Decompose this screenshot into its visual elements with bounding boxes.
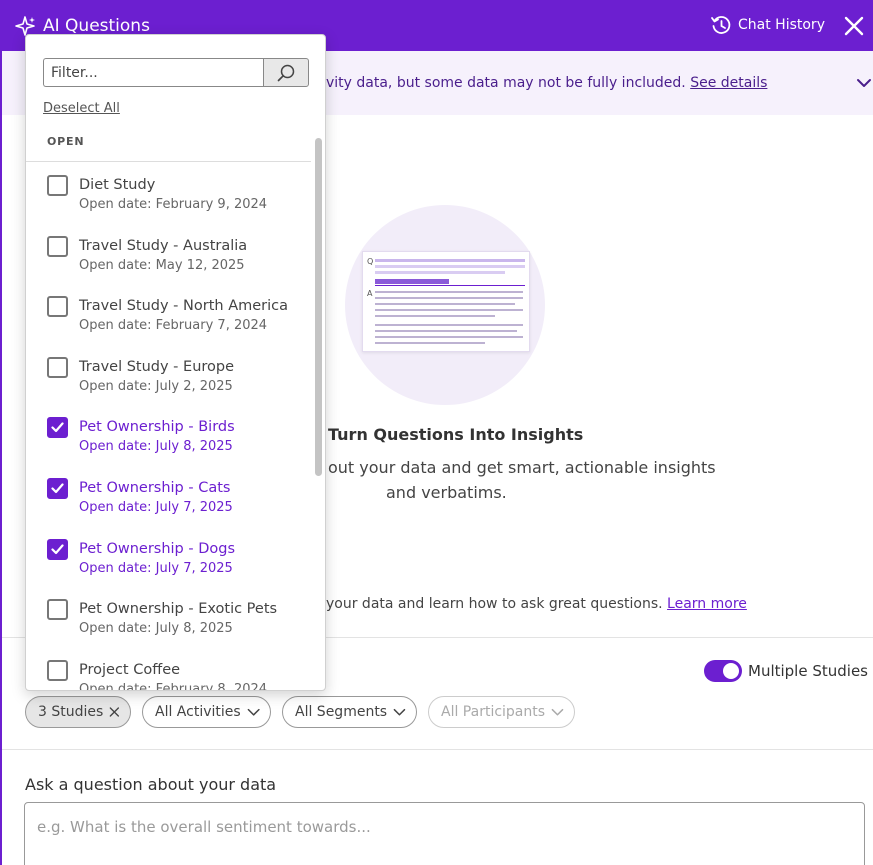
participants-chip-label: All Participants bbox=[441, 704, 546, 720]
study-list-item[interactable]: Project Coffee Open date: February 8, 202… bbox=[26, 647, 314, 691]
close-icon[interactable] bbox=[109, 706, 120, 718]
question-input[interactable] bbox=[24, 802, 865, 865]
multiple-studies-toggle[interactable] bbox=[704, 660, 742, 682]
toggle-knob bbox=[723, 663, 739, 679]
illustration-a-label: A bbox=[367, 289, 373, 298]
deselect-all-link[interactable]: Deselect All bbox=[43, 101, 120, 116]
qa-illustration-icon: Q A bbox=[367, 257, 525, 344]
checkbox-checked[interactable] bbox=[47, 478, 68, 499]
ask-question-label: Ask a question about your data bbox=[25, 775, 277, 794]
study-open-date: Open date: May 12, 2025 bbox=[79, 257, 245, 273]
study-open-date: Open date: July 8, 2025 bbox=[79, 621, 233, 637]
chevron-down-icon bbox=[247, 708, 260, 716]
study-list-item[interactable]: Travel Study - Europe Open date: July 2, … bbox=[26, 344, 314, 404]
study-list-item[interactable]: Diet Study Open date: February 9, 2024 bbox=[26, 162, 314, 222]
empty-state-subtitle-2: and verbatims. bbox=[386, 483, 507, 502]
section-header-open: OPEN bbox=[47, 135, 85, 148]
checkbox[interactable] bbox=[47, 235, 68, 257]
learn-more-text: your data and learn how to ask great que… bbox=[326, 596, 663, 612]
activities-filter-chip[interactable]: All Activities bbox=[142, 696, 271, 728]
study-open-date: Open date: July 7, 2025 bbox=[79, 500, 233, 515]
empty-state-heading: Turn Questions Into Insights bbox=[328, 425, 584, 444]
study-name: Pet Ownership - Exotic Pets bbox=[79, 601, 278, 618]
segments-chip-label: All Segments bbox=[295, 704, 388, 720]
study-name: Pet Ownership - Dogs bbox=[79, 540, 236, 557]
search-button[interactable] bbox=[263, 58, 309, 87]
participants-filter-chip[interactable]: All Participants bbox=[428, 696, 575, 728]
see-details-link[interactable]: See details bbox=[690, 75, 767, 91]
multiple-studies-label: Multiple Studies bbox=[748, 662, 868, 680]
chat-history-label: Chat History bbox=[738, 17, 825, 33]
study-open-date: Open date: February 8, 2024 bbox=[79, 681, 268, 691]
history-icon bbox=[711, 16, 731, 34]
study-list-item[interactable]: Pet Ownership - Birds Open date: July 8, … bbox=[26, 404, 314, 464]
notice-message: vity data, but some data may not be full… bbox=[326, 75, 686, 91]
study-list-item[interactable]: Travel Study - Australia Open date: May 1… bbox=[26, 223, 314, 283]
study-list-item[interactable]: Travel Study - North America Open date: F… bbox=[26, 283, 314, 343]
notice-text: vity data, but some data may not be full… bbox=[326, 75, 767, 91]
checkbox-checked[interactable] bbox=[47, 417, 68, 439]
checkbox[interactable] bbox=[47, 659, 68, 681]
checkbox[interactable] bbox=[47, 296, 68, 318]
scrollbar[interactable] bbox=[315, 138, 322, 476]
study-name: Travel Study - Australia bbox=[79, 237, 248, 254]
chevron-down-icon bbox=[393, 708, 406, 716]
illustration-q-label: Q bbox=[367, 257, 373, 266]
study-open-date: Open date: February 9, 2024 bbox=[79, 197, 268, 212]
study-list: Diet Study Open date: February 9, 2024 Tra… bbox=[26, 162, 314, 691]
study-name: Travel Study - North America bbox=[79, 298, 289, 315]
study-list-item[interactable]: Pet Ownership - Cats Open date: July 7, 2… bbox=[26, 465, 314, 525]
study-list-item[interactable]: Pet Ownership - Dogs Open date: July 7, 2… bbox=[26, 526, 314, 586]
study-open-date: Open date: July 7, 2025 bbox=[79, 560, 233, 576]
study-list-item[interactable]: Pet Ownership - Exotic Pets Open date: Ju… bbox=[26, 586, 314, 646]
checkmark-icon bbox=[51, 483, 64, 494]
checkbox[interactable] bbox=[47, 175, 68, 196]
study-open-date: Open date: July 2, 2025 bbox=[79, 378, 233, 394]
checkmark-icon bbox=[51, 422, 64, 433]
segments-filter-chip[interactable]: All Segments bbox=[282, 696, 417, 728]
checkbox[interactable] bbox=[47, 356, 68, 378]
study-name: Travel Study - Europe bbox=[79, 358, 235, 375]
panel-left-border bbox=[0, 51, 2, 865]
study-name: Pet Ownership - Cats bbox=[79, 480, 231, 496]
search-icon bbox=[277, 64, 295, 81]
study-selector-dropdown: Deselect All OPEN Diet Study Open date: F… bbox=[25, 34, 326, 691]
study-name: Diet Study bbox=[79, 177, 156, 193]
chevron-down-icon[interactable] bbox=[855, 75, 873, 91]
study-name: Pet Ownership - Birds bbox=[79, 419, 235, 436]
checkbox[interactable] bbox=[47, 599, 68, 621]
chevron-down-icon bbox=[551, 708, 564, 716]
close-icon[interactable] bbox=[843, 15, 865, 37]
study-name: Project Coffee bbox=[79, 661, 181, 678]
app-title: AI Questions bbox=[43, 16, 150, 36]
study-open-date: Open date: July 8, 2025 bbox=[79, 439, 233, 455]
learn-more-link[interactable]: Learn more bbox=[667, 596, 747, 612]
learn-more-line: your data and learn how to ask great que… bbox=[326, 596, 747, 612]
checkmark-icon bbox=[51, 543, 64, 554]
empty-state-subtitle-1: out your data and get smart, actionable … bbox=[328, 458, 716, 477]
checkbox-checked[interactable] bbox=[47, 538, 68, 560]
studies-chip-label: 3 Studies bbox=[38, 704, 104, 720]
activities-chip-label: All Activities bbox=[155, 704, 241, 720]
filter-input[interactable] bbox=[43, 58, 263, 87]
study-open-date: Open date: February 7, 2024 bbox=[79, 318, 268, 334]
divider bbox=[2, 749, 873, 750]
chat-history-button[interactable]: Chat History bbox=[710, 14, 825, 36]
qa-illustration-card: Q A bbox=[362, 251, 530, 352]
studies-filter-chip[interactable]: 3 Studies bbox=[25, 696, 131, 728]
